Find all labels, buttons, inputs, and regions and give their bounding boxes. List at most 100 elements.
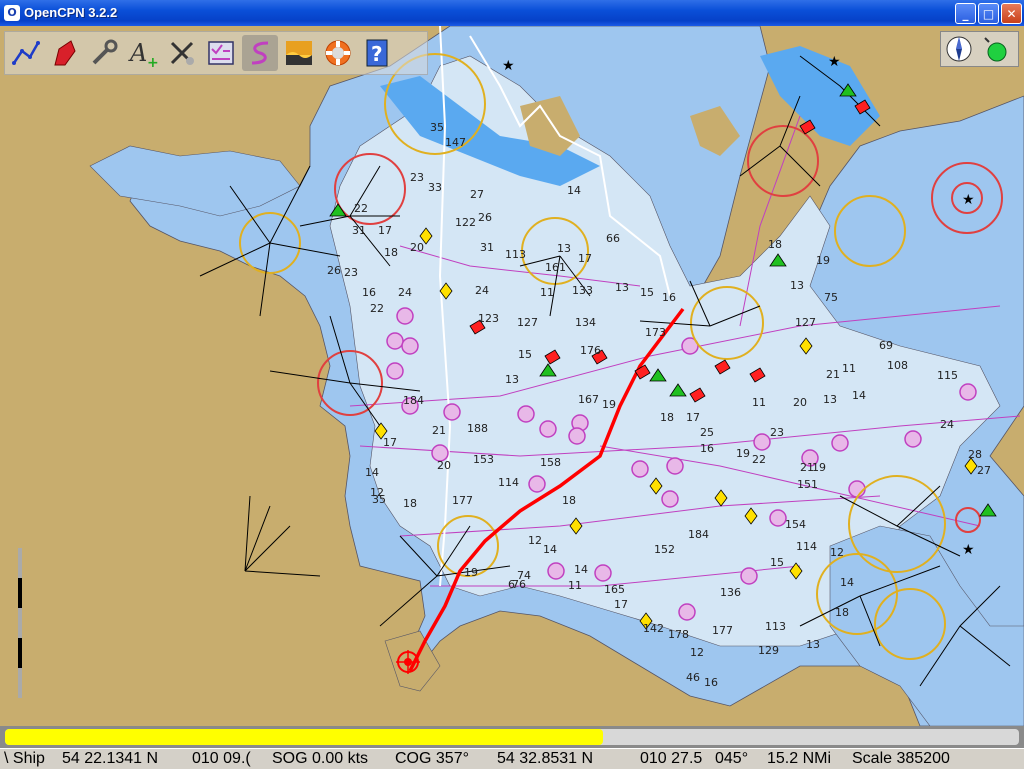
maximize-button[interactable]: □ [978, 3, 999, 24]
text-plus-icon: A + [128, 39, 159, 69]
depth-sounding: 153 [473, 453, 494, 466]
depth-sounding: 147 [445, 136, 466, 149]
depth-sounding: 19 [812, 461, 826, 474]
depth-sounding: 11 [842, 362, 856, 375]
depth-sounding: 17 [614, 598, 628, 611]
depth-sounding: 16 [662, 291, 676, 304]
depth-sounding: 11 [540, 286, 554, 299]
depth-sounding: 161 [545, 261, 566, 274]
route-tool-button[interactable] [8, 35, 44, 71]
text-button[interactable]: A + [125, 35, 161, 71]
tide-button[interactable] [281, 35, 317, 71]
depth-sounding: 18 [835, 606, 849, 619]
gps-status-icon [984, 37, 1007, 62]
depth-sounding: 173 [645, 326, 666, 339]
depth-sounding: 129 [758, 644, 779, 657]
depth-sounding: 69 [879, 339, 893, 352]
course-over-ground: COG 357° [395, 750, 469, 767]
depth-sounding: 13 [505, 373, 519, 386]
depth-sounding: 14 [840, 576, 854, 589]
depth-sounding: 23 [344, 266, 358, 279]
depth-sounding: 24 [398, 286, 412, 299]
track-button[interactable] [242, 35, 278, 71]
chart-canvas[interactable]: 35 147 33 27 26 122 31 113 24 123 127 15 13 176 167 19 1… [0, 26, 1024, 726]
boat-icon [54, 40, 76, 66]
depth-sounding: 15 [518, 348, 532, 361]
depth-sounding: 13 [557, 242, 571, 255]
depth-sounding: 46 [686, 671, 700, 684]
svg-text:+: + [147, 55, 159, 69]
depth-sounding: 17 [378, 224, 392, 237]
depth-sounding: 24 [940, 418, 954, 431]
depth-sounding: 113 [765, 620, 786, 633]
depth-sounding: 23 [770, 426, 784, 439]
depth-sounding: 114 [796, 540, 817, 553]
depth-sounding: 20 [437, 459, 451, 472]
checklist-icon [208, 41, 234, 65]
depth-sounding: 22 [752, 453, 766, 466]
depth-sounding: 18 [562, 494, 576, 507]
minimize-button[interactable]: _ [955, 3, 976, 24]
depth-sounding: 75 [824, 291, 838, 304]
ship-label: \ Ship [4, 750, 45, 767]
cursor-longitude: 010 27.5 [640, 750, 703, 767]
depth-sounding: 184 [688, 528, 709, 541]
depth-sounding: 154 [785, 518, 806, 531]
depth-sounding: 26 [478, 211, 492, 224]
help-icon: ? [366, 39, 388, 67]
depth-sounding: 108 [887, 359, 908, 372]
depth-sounding: 35 [372, 493, 386, 506]
depth-sounding: 152 [654, 543, 675, 556]
depth-sounding: 176 [580, 344, 601, 357]
depth-sounding: 31 [480, 241, 494, 254]
tide-icon [286, 41, 312, 65]
depth-sounding: 114 [498, 476, 519, 489]
depth-sounding: 19 [736, 447, 750, 460]
main-toolbar: A + ? [4, 31, 428, 75]
cursor-distance: 15.2 NMi [767, 750, 832, 767]
depth-sounding: 16 [700, 442, 714, 455]
chart-load-progress-bar [5, 729, 1019, 745]
progress-fill [5, 729, 604, 745]
depth-sounding: 11 [568, 579, 582, 592]
depth-sounding: 18 [403, 497, 417, 510]
depth-sounding: 16 [704, 676, 718, 689]
tools-button[interactable] [86, 35, 122, 71]
mob-button[interactable] [320, 35, 356, 71]
depth-sounding: 23 [410, 171, 424, 184]
depth-sounding: 28 [968, 448, 982, 461]
star-landmark-icon: ★ [962, 542, 975, 558]
route-manager-button[interactable] [203, 35, 239, 71]
depth-sounding: 113 [505, 248, 526, 261]
help-button[interactable]: ? [359, 35, 395, 71]
depth-sounding: 14 [365, 466, 379, 479]
speed-over-ground: SOG 0.00 kts [272, 750, 369, 767]
cursor-latitude: 54 32.8531 N [497, 750, 594, 767]
depth-sounding: 136 [720, 586, 741, 599]
depth-sounding: 122 [455, 216, 476, 229]
cross-icon [170, 41, 194, 65]
depth-sounding: 21 [432, 424, 446, 437]
depth-sounding: 13 [615, 281, 629, 294]
depth-sounding: 27 [470, 188, 484, 201]
depth-sounding: 184 [403, 394, 424, 407]
compass-gps-widget[interactable] [940, 31, 1019, 67]
lifebuoy-icon [325, 40, 351, 66]
close-button[interactable]: ✕ [1001, 3, 1022, 24]
cursor-bearing: 045° [715, 750, 749, 767]
depth-sounding: 18 [660, 411, 674, 424]
depth-sounding: 13 [806, 638, 820, 651]
chart-quilt-button[interactable] [164, 35, 200, 71]
ownship-button[interactable] [47, 35, 83, 71]
progress-band [0, 726, 1024, 748]
ship-latitude: 54 22.1341 N [62, 750, 159, 767]
depth-sounding: 142 [643, 622, 664, 635]
depth-sounding: 6 [508, 578, 515, 591]
depth-sounding: 27 [977, 464, 991, 477]
depth-sounding: 20 [793, 396, 807, 409]
depth-sounding: 18 [384, 246, 398, 259]
status-bar: \ Ship 54 22.1341 N 010 09.( SOG 0.00 kt… [0, 748, 1024, 769]
depth-sounding: 15 [770, 556, 784, 569]
depth-sounding: 134 [575, 316, 596, 329]
depth-sounding: 151 [797, 478, 818, 491]
